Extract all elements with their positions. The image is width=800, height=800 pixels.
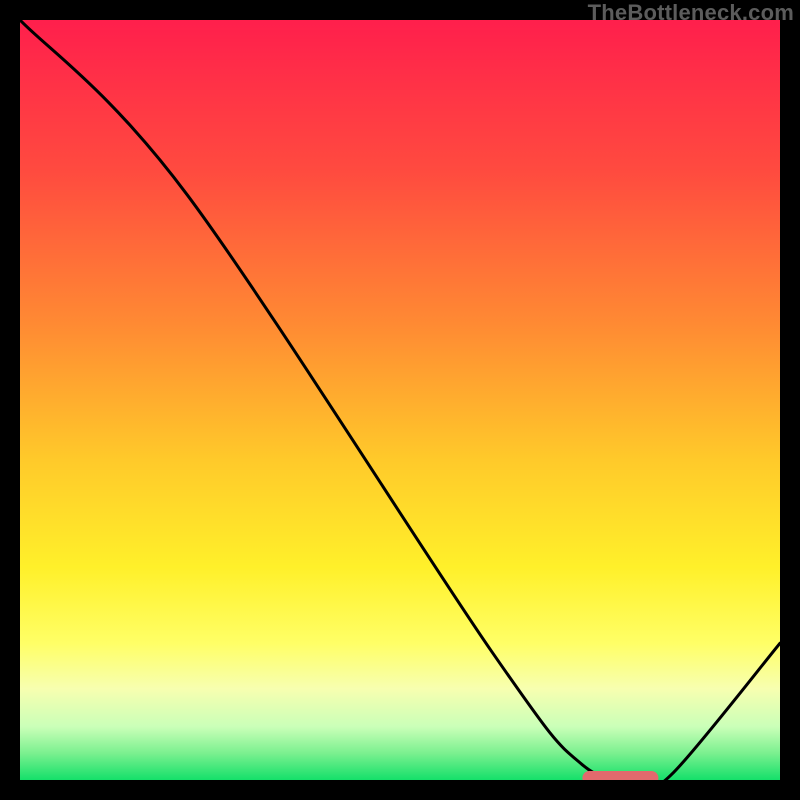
bottleneck-curve: [20, 20, 780, 780]
plot-area: [20, 20, 780, 780]
chart-frame: TheBottleneck.com: [0, 0, 800, 800]
curve-layer: [20, 20, 780, 780]
optimal-range-marker: [582, 771, 658, 780]
attribution-text: TheBottleneck.com: [588, 0, 794, 26]
